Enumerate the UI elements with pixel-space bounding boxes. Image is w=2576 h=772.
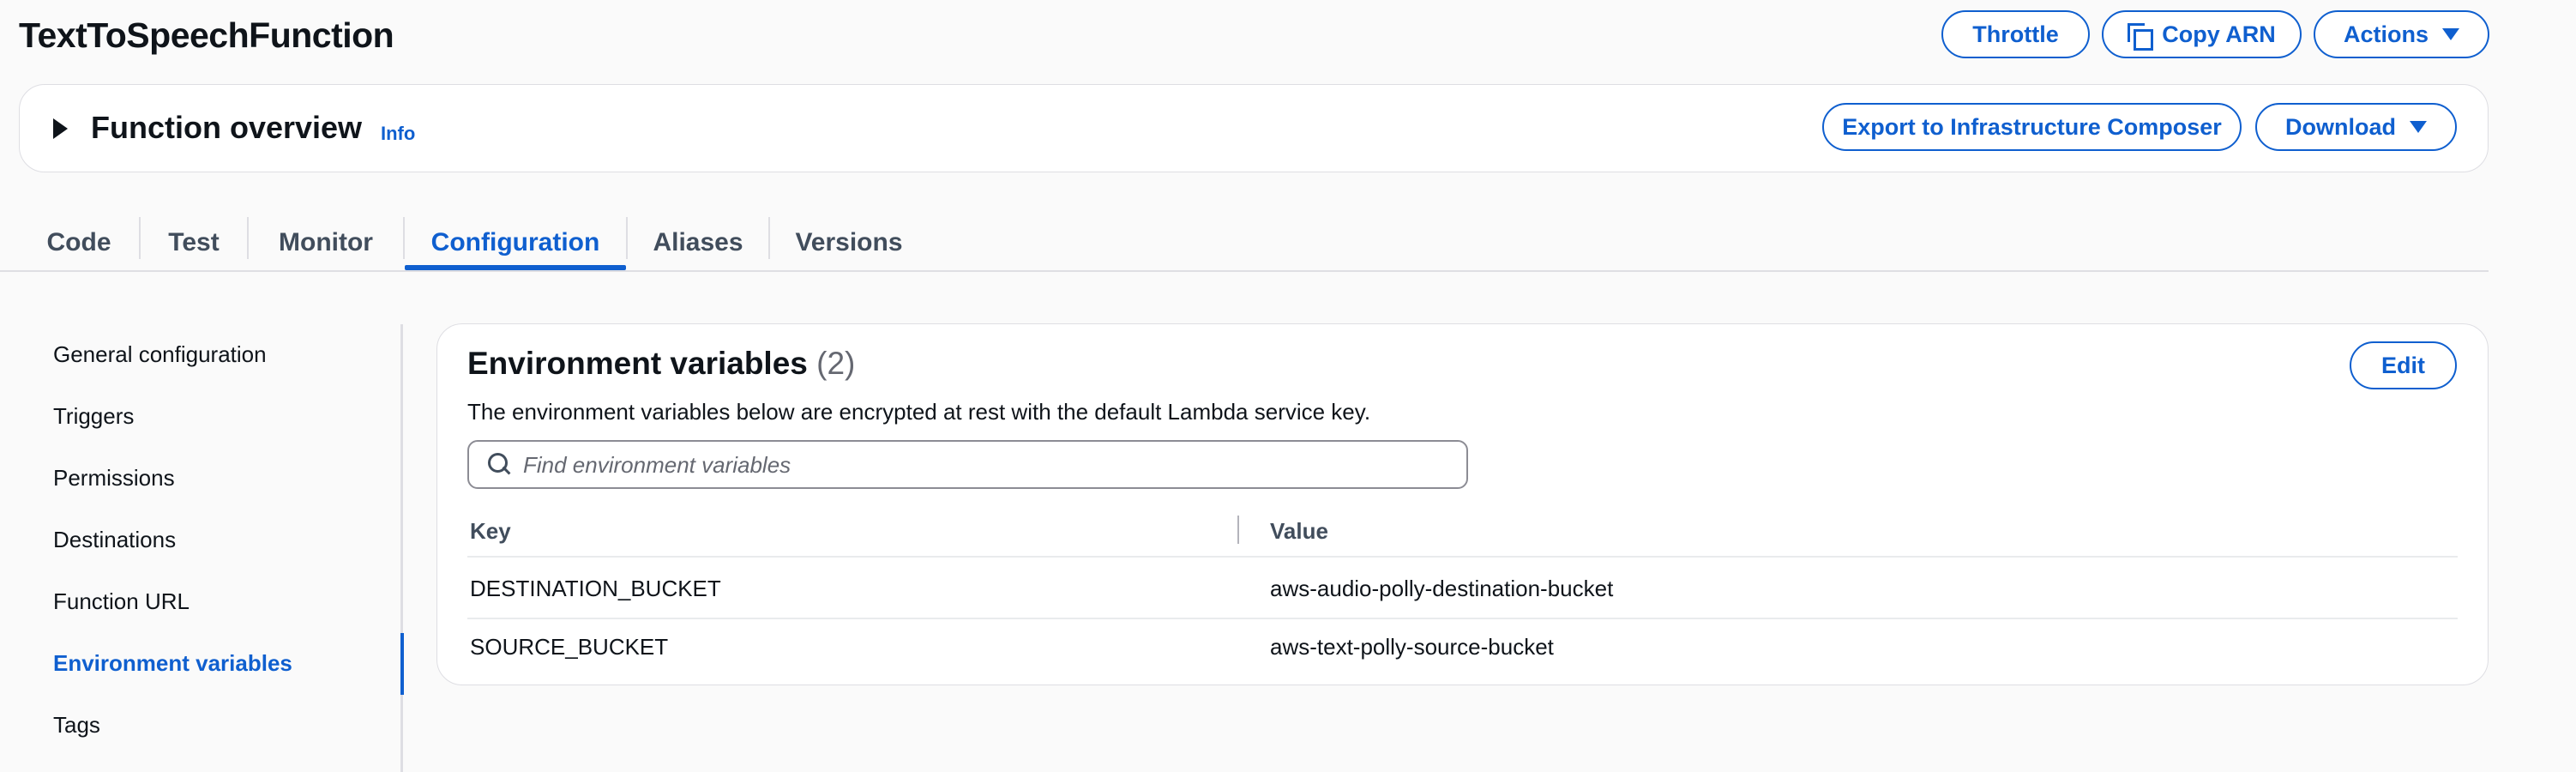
table-cell-value: aws-audio-polly-destination-bucket [1270, 576, 1614, 601]
sidenav-item-general-configuration[interactable]: General configuration [53, 341, 267, 368]
sidenav-item-permissions[interactable]: Permissions [53, 465, 175, 492]
tabs-divider [0, 270, 2489, 272]
play-toggle-icon[interactable] [53, 118, 68, 139]
export-button-label: Export to Infrastructure Composer [1842, 113, 2222, 140]
copy-arn-button-label: Copy ARN [2162, 21, 2276, 47]
sidenav-item-destinations[interactable]: Destinations [53, 527, 176, 553]
lambda-function-page: TextToSpeechFunction Throttle Copy ARN A… [0, 0, 2576, 772]
tab-active-indicator [405, 265, 626, 270]
environment-variables-description: The environment variables below are encr… [467, 399, 1371, 425]
tab-test[interactable]: Test [141, 216, 247, 269]
actions-button[interactable]: Actions [2314, 10, 2489, 58]
environment-variables-count: (2) [816, 346, 856, 381]
table-cell-key: SOURCE_BUCKET [470, 634, 669, 660]
column-header-value[interactable]: Value [1270, 518, 1328, 545]
table-cell-value: aws-text-polly-source-bucket [1270, 634, 1554, 660]
sidenav-active-indicator [400, 633, 404, 695]
throttle-button[interactable]: Throttle [1941, 10, 2090, 58]
tab-code[interactable]: Code [19, 216, 139, 269]
table-header-divider [467, 556, 2458, 558]
edit-button[interactable]: Edit [2350, 341, 2457, 389]
sidenav-item-triggers[interactable]: Triggers [53, 403, 134, 430]
caret-down-icon [2410, 121, 2427, 133]
function-overview-title[interactable]: Function overview [91, 110, 362, 146]
sidenav-item-function-url[interactable]: Function URL [53, 588, 190, 615]
column-header-key[interactable]: Key [470, 518, 511, 545]
sidenav-item-environment-variables[interactable]: Environment variables [53, 650, 292, 677]
tab-configuration[interactable]: Configuration [405, 216, 626, 269]
actions-button-label: Actions [2343, 21, 2429, 47]
search-icon [488, 453, 510, 475]
export-infrastructure-composer-button[interactable]: Export to Infrastructure Composer [1822, 103, 2242, 151]
column-resizer[interactable] [1237, 516, 1239, 544]
sidenav-rail [400, 324, 403, 772]
table-row-divider [467, 618, 2458, 619]
info-link[interactable]: Info [381, 123, 415, 145]
download-button-label: Download [2285, 113, 2396, 140]
table-cell-key: DESTINATION_BUCKET [470, 576, 721, 601]
sidenav-item-tags[interactable]: Tags [53, 712, 100, 739]
search-input[interactable] [523, 447, 1458, 483]
tab-versions[interactable]: Versions [770, 216, 928, 269]
caret-down-icon [2442, 28, 2459, 40]
page-title: TextToSpeechFunction [19, 15, 394, 55]
copy-arn-button[interactable]: Copy ARN [2102, 10, 2302, 58]
tab-aliases[interactable]: Aliases [628, 216, 768, 269]
environment-variables-title: Environment variables [467, 346, 808, 381]
tab-monitor[interactable]: Monitor [249, 216, 403, 269]
throttle-button-label: Throttle [1972, 21, 2059, 47]
environment-variables-heading: Environment variables (2) [467, 346, 855, 382]
copy-icon [2128, 23, 2154, 51]
download-button[interactable]: Download [2255, 103, 2457, 151]
edit-button-label: Edit [2381, 352, 2425, 378]
